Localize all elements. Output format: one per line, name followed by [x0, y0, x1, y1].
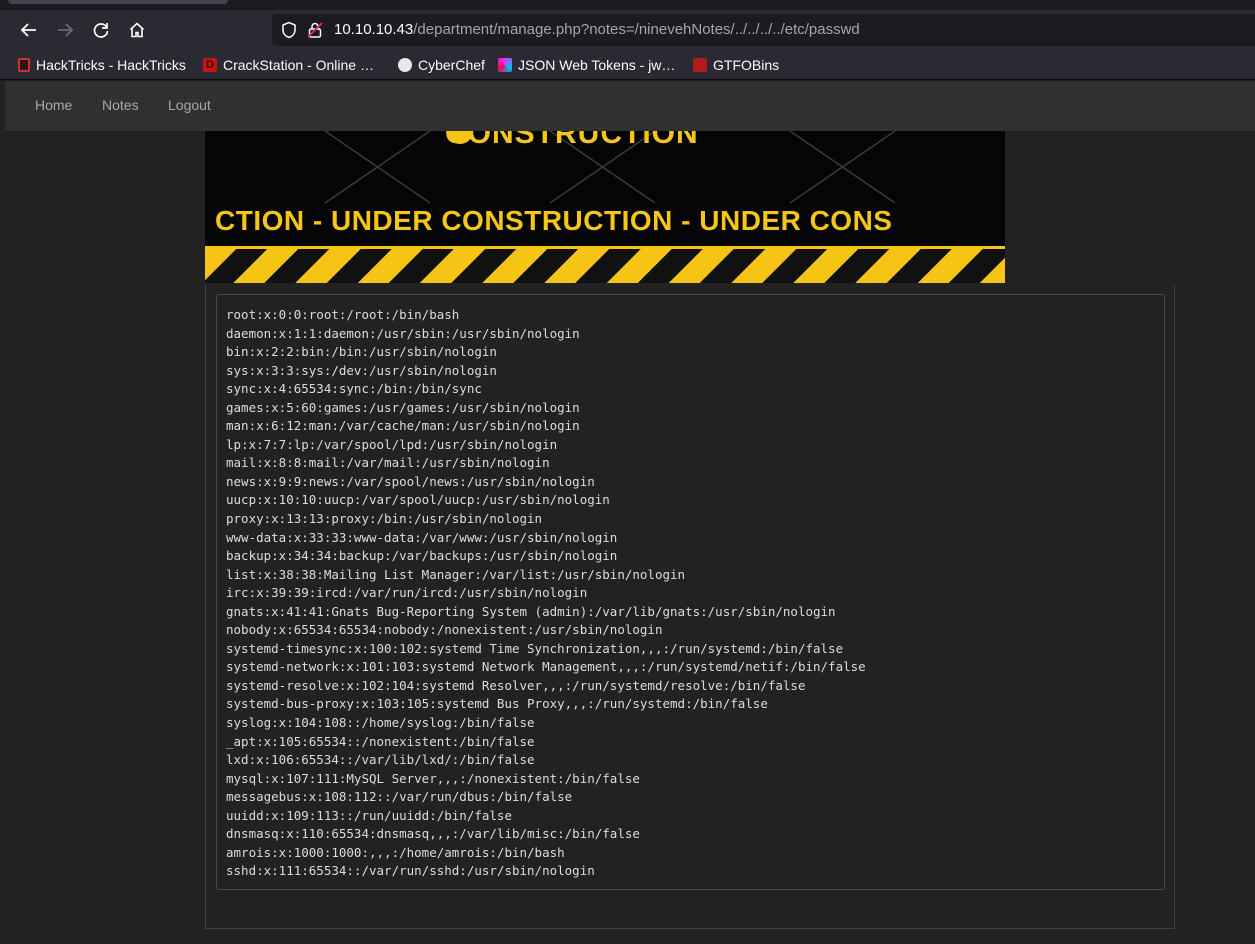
passwd-line: irc:x:39:39:ircd:/var/run/ircd:/usr/sbin…	[226, 585, 588, 601]
passwd-line: list:x:38:38:Mailing List Manager:/var/l…	[226, 566, 686, 582]
passwd-line: messagebus:x:108:112::/var/run/dbus:/bin…	[226, 789, 573, 805]
insecure-lock-icon[interactable]	[306, 21, 324, 39]
passwd-line: gnats:x:41:41:Gnats Bug-Reporting System…	[226, 603, 836, 619]
bookmark-label: GTFOBins	[713, 57, 780, 73]
passwd-line: dnsmasq:x:110:65534:dnsmasq,,,:/var/lib/…	[226, 826, 640, 842]
passwd-line: syslog:x:104:108::/home/syslog:/bin/fals…	[226, 715, 535, 731]
bookmark-label: JSON Web Tokens - jw…	[518, 57, 676, 73]
tab-strip	[0, 0, 1255, 10]
passwd-line: systemd-network:x:101:103:systemd Networ…	[226, 659, 866, 675]
passwd-line: uuidd:x:109:113::/run/uuidd:/bin/false	[226, 807, 512, 823]
banner-scroll-text: CTION - UNDER CONSTRUCTION - UNDER CONS	[215, 205, 893, 236]
nav-logout-link[interactable]: Logout	[168, 97, 211, 113]
passwd-line: _apt:x:105:65534::/nonexistent:/bin/fals…	[226, 733, 535, 749]
gtfobins-icon	[693, 58, 707, 72]
passwd-line: mysql:x:107:111:MySQL Server,,,:/nonexis…	[226, 770, 640, 786]
crackstation-icon: D	[203, 58, 217, 72]
back-arrow-icon	[20, 23, 36, 37]
url-path: /department/manage.php?notes=/ninevehNot…	[413, 21, 860, 38]
bookmark-jwt[interactable]: JSON Web Tokens - jw…	[498, 56, 675, 74]
forward-arrow-icon	[58, 23, 74, 37]
passwd-line: sys:x:3:3:sys:/dev:/usr/sbin/nologin	[226, 362, 497, 378]
passwd-line: news:x:9:9:news:/var/spool/news:/usr/sbi…	[226, 473, 595, 489]
passwd-line: man:x:6:12:man:/var/cache/man:/usr/sbin/…	[226, 418, 580, 434]
hacktricks-icon	[18, 58, 30, 72]
bookmarks-toolbar: HackTricks - HackTricks D CrackStation -…	[0, 50, 1255, 80]
address-bar[interactable]: 10.10.10.43/department/manage.php?notes=…	[272, 14, 1255, 46]
bookmark-hacktricks[interactable]: HackTricks - HackTricks	[18, 56, 186, 74]
nav-home-link[interactable]: Home	[35, 97, 72, 113]
file-contents-box: root:x:0:0:root:/root:/bin/bash daemon:x:…	[216, 294, 1165, 890]
active-tab[interactable]	[8, 0, 228, 4]
jwt-icon	[498, 58, 512, 72]
passwd-line: proxy:x:13:13:proxy:/bin:/usr/sbin/nolog…	[226, 511, 543, 527]
back-button[interactable]	[15, 16, 43, 44]
forward-button[interactable]	[51, 16, 79, 44]
nav-notes-link[interactable]: Notes	[102, 97, 139, 113]
bookmark-cyberchef[interactable]: CyberChef	[398, 56, 485, 74]
passwd-line: systemd-resolve:x:102:104:systemd Resolv…	[226, 677, 806, 693]
passwd-line: mail:x:8:8:mail:/var/mail:/usr/sbin/nolo…	[226, 455, 550, 471]
notes-panel: root:x:0:0:root:/root:/bin/bash daemon:x:…	[205, 284, 1175, 929]
bookmark-label: CrackStation - Online …	[223, 57, 374, 73]
passwd-line: bin:x:2:2:bin:/bin:/usr/sbin/nologin	[226, 344, 497, 360]
shield-icon[interactable]	[280, 21, 298, 39]
browser-toolbar: 10.10.10.43/department/manage.php?notes=…	[0, 10, 1255, 50]
home-icon	[129, 22, 145, 38]
site-navbar: Home Notes Logout	[5, 81, 1255, 131]
cyberchef-icon	[398, 58, 412, 72]
passwd-line: root:x:0:0:root:/root:/bin/bash	[226, 307, 460, 322]
passwd-line: uucp:x:10:10:uucp:/var/spool/uucp:/usr/s…	[226, 492, 610, 508]
hazard-stripes	[205, 249, 1005, 283]
passwd-line: systemd-bus-proxy:x:103:105:systemd Bus …	[226, 696, 768, 712]
bookmark-label: HackTricks - HackTricks	[36, 57, 186, 73]
bookmark-gtfobins[interactable]: GTFOBins	[693, 56, 779, 74]
passwd-line: lxd:x:106:65534::/var/lib/lxd/:/bin/fals…	[226, 752, 535, 768]
passwd-line: daemon:x:1:1:daemon:/usr/sbin:/usr/sbin/…	[226, 325, 580, 341]
reload-button[interactable]	[87, 16, 115, 44]
passwd-line: sync:x:4:65534:sync:/bin:/bin/sync	[226, 381, 482, 397]
passwd-line: backup:x:34:34:backup:/var/backups:/usr/…	[226, 548, 618, 564]
passwd-line: nobody:x:65534:65534:nobody:/nonexistent…	[226, 622, 663, 638]
home-button[interactable]	[123, 16, 151, 44]
passwd-line: amrois:x:1000:1000:,,,:/home/amrois:/bin…	[226, 844, 565, 860]
banner-top-text: CONSTRUCTION	[445, 131, 699, 150]
url-host: 10.10.10.43	[334, 21, 414, 38]
passwd-line: www-data:x:33:33:www-data:/var/www:/usr/…	[226, 529, 618, 545]
passwd-line: games:x:5:60:games:/usr/games:/usr/sbin/…	[226, 399, 580, 415]
reload-icon	[93, 23, 109, 38]
passwd-line: systemd-timesync:x:100:102:systemd Time …	[226, 640, 844, 656]
page-content: Home Notes Logout CONSTRUCTION CTION - U…	[0, 81, 1255, 944]
passwd-line: lp:x:7:7:lp:/var/spool/lpd:/usr/sbin/nol…	[226, 436, 558, 452]
passwd-line: sshd:x:111:65534::/var/run/sshd:/usr/sbi…	[226, 863, 595, 879]
bookmark-label: CyberChef	[418, 57, 485, 73]
under-construction-banner: CONSTRUCTION CTION - UNDER CONSTRUCTION …	[205, 131, 1005, 283]
bookmark-crackstation[interactable]: D CrackStation - Online …	[203, 56, 374, 74]
url-text[interactable]: 10.10.10.43/department/manage.php?notes=…	[334, 21, 860, 38]
